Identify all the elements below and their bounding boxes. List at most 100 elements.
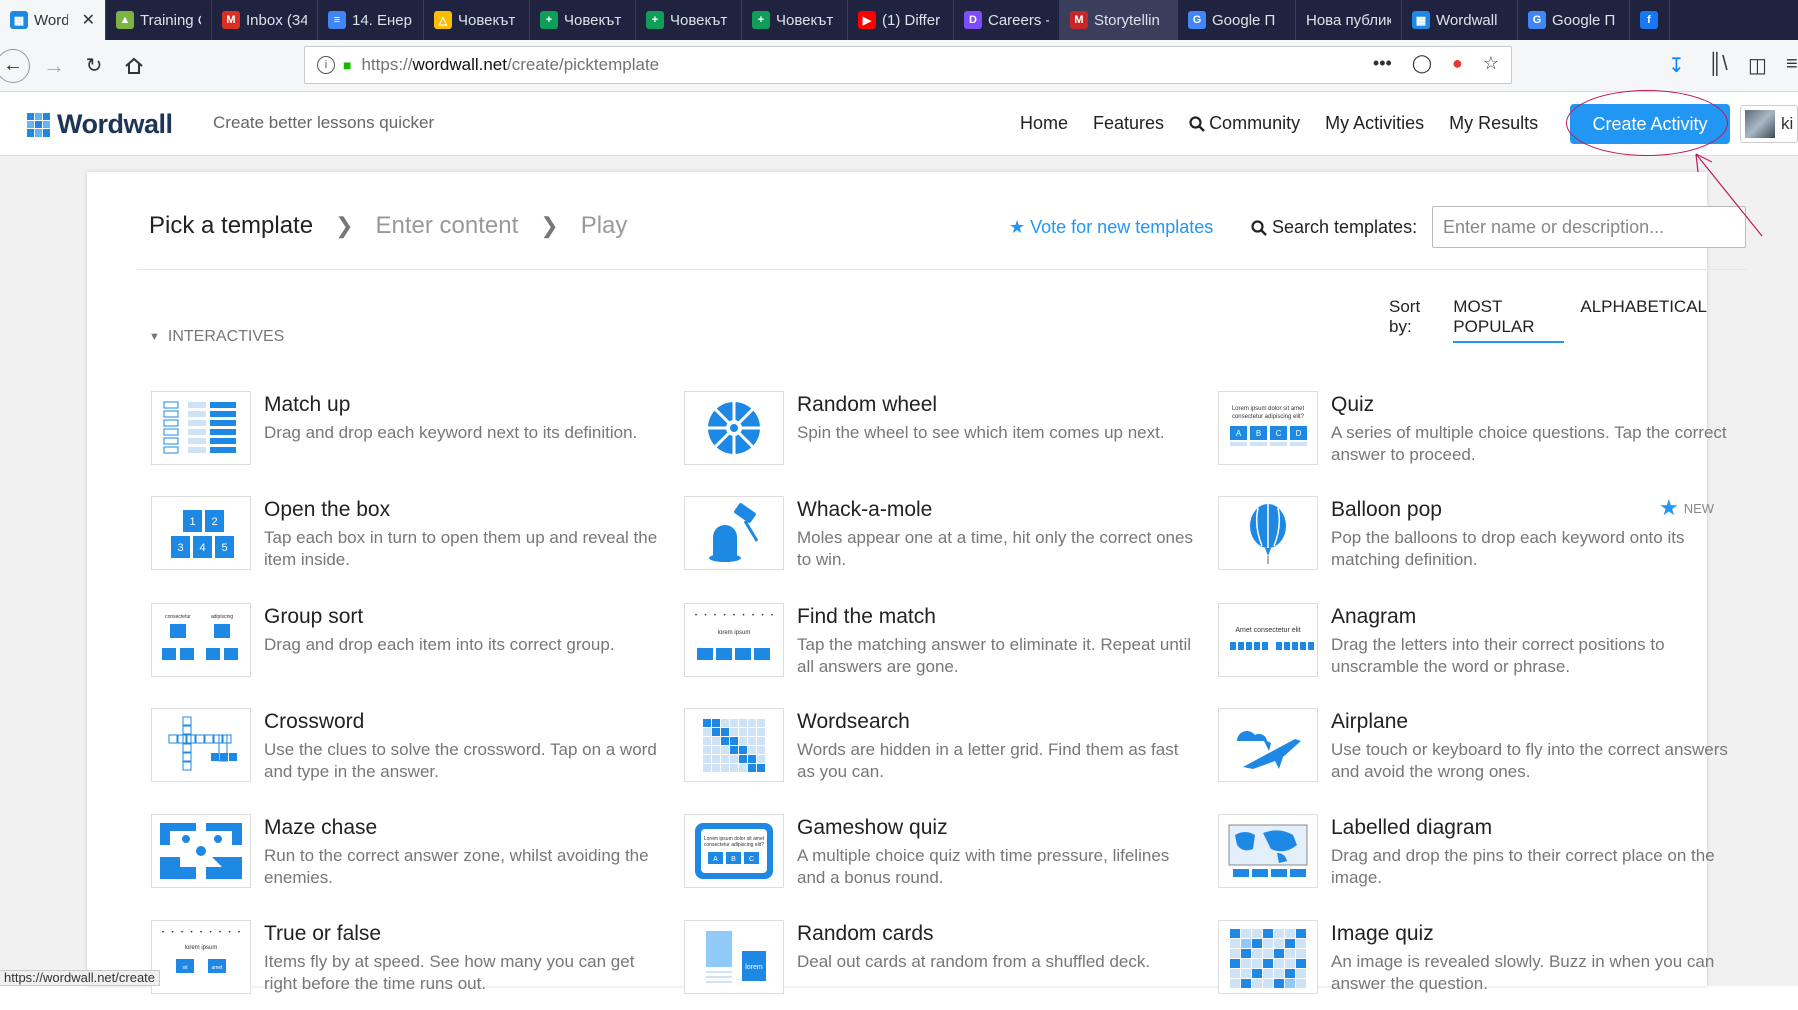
logo-text: Wordwall <box>57 109 173 139</box>
template-card[interactable]: lorem Random cards Deal out cards at rando… <box>684 920 1204 1010</box>
svg-text:•: • <box>219 930 221 936</box>
svg-text:4: 4 <box>199 542 205 554</box>
sort-label: Sort by: <box>1389 297 1421 336</box>
pocket-icon[interactable]: ◯ <box>1412 53 1432 74</box>
vote-templates-link[interactable]: ★ Vote for new templates <box>1009 217 1213 238</box>
download-icon[interactable]: ↧ <box>1668 53 1685 78</box>
quiz-icon: Lorem ipsum dolor sit amet consectetur ad… <box>1218 391 1318 465</box>
sheets-icon: + <box>646 11 664 29</box>
back-icon[interactable]: ← <box>0 48 30 83</box>
browser-tab-label: Storytellin <box>1094 11 1160 29</box>
svg-text:•: • <box>705 613 707 619</box>
info-icon[interactable]: i <box>317 56 335 74</box>
browser-tab[interactable]: + Човекът <box>530 0 636 40</box>
template-card[interactable]: Whack-a-mole Moles appear one at a time, … <box>684 496 1204 586</box>
home-icon[interactable] <box>114 46 154 86</box>
anagram-icon: Amet consectetur elit <box>1218 603 1318 677</box>
template-card[interactable]: 1 2 3 4 5 Open the box Tap each box in turn to… <box>151 496 671 586</box>
random-cards-icon: lorem <box>684 920 784 994</box>
browser-tab[interactable]: ▲ Training C <box>106 0 212 40</box>
nav-my-results[interactable]: My Results <box>1449 113 1538 134</box>
browser-tab[interactable]: G Google П <box>1518 0 1630 40</box>
browser-tab[interactable]: + Човекът <box>636 0 742 40</box>
template-card[interactable]: Random wheel Spin the wheel to see which … <box>684 391 1204 481</box>
browser-tab[interactable]: △ Човекът <box>424 0 530 40</box>
whack-a-mole-icon <box>684 496 784 570</box>
browser-tab[interactable]: f <box>1630 0 1670 40</box>
template-card[interactable]: Airplane Use touch or keyboard to fly int… <box>1218 708 1738 798</box>
wordwall-logo[interactable]: Wordwall <box>27 109 173 140</box>
template-picker-panel: Pick a template ❯ Enter content ❯ Play ★… <box>87 172 1747 994</box>
svg-text:•: • <box>210 930 212 936</box>
template-name: Quiz <box>1331 393 1375 416</box>
random-wheel-icon <box>684 391 784 465</box>
template-card[interactable]: Maze chase Run to the correct answer zone… <box>151 814 671 904</box>
url-bar[interactable]: i ■ https://wordwall.net/create/picktemp… <box>304 46 1512 84</box>
svg-text:•: • <box>162 930 164 936</box>
browser-tab[interactable]: D Careers - <box>954 0 1060 40</box>
search-templates-label: Search templates: <box>1251 217 1417 238</box>
extension-icon[interactable]: ● <box>1452 53 1463 74</box>
nav-my-activities[interactable]: My Activities <box>1325 113 1424 134</box>
browser-tab[interactable]: ▶ (1) Differ <box>848 0 954 40</box>
nav-features[interactable]: Features <box>1093 113 1164 134</box>
sheets-icon: + <box>540 11 558 29</box>
template-card[interactable]: • • • • • • • • • lorem ipsum sit amet True or false… <box>151 920 671 1010</box>
bookmark-star-icon[interactable]: ☆ <box>1483 53 1499 74</box>
browser-tab[interactable]: Нова публик <box>1296 0 1402 40</box>
svg-text:•: • <box>238 930 240 936</box>
true-or-false-icon: • • • • • • • • • lorem ipsum sit amet <box>151 920 251 994</box>
page-actions-icon[interactable]: ••• <box>1373 53 1392 74</box>
star-icon: ★ <box>1659 495 1679 520</box>
browser-tab[interactable]: G Google П <box>1178 0 1296 40</box>
annotation-circle <box>1566 90 1728 156</box>
template-name: Airplane <box>1331 710 1409 733</box>
menu-icon[interactable]: ≡ <box>1786 53 1798 76</box>
template-card[interactable]: Image quiz An image is revealed slowly. B… <box>1218 920 1738 1010</box>
template-card[interactable]: Lorem ipsum dolor sit amet consectetur ad… <box>1218 391 1738 481</box>
template-name: Group sort <box>264 605 364 628</box>
tagline: Create better lessons quicker <box>213 113 435 132</box>
forward-icon[interactable]: → <box>34 46 74 86</box>
maze-chase-icon <box>151 814 251 888</box>
browser-toolbar: ← → ↻ i ■ https://wordwall.net/create/pi… <box>0 40 1798 92</box>
template-card[interactable]: Lorem ipsum dolor sit amet consectetur ad… <box>684 814 1204 904</box>
reload-icon[interactable]: ↻ <box>74 46 114 86</box>
browser-tab[interactable]: ≡ 14. Енерг <box>318 0 424 40</box>
search-icon <box>1251 219 1267 236</box>
svg-text:5: 5 <box>221 542 227 554</box>
svg-text:•: • <box>172 930 174 936</box>
svg-text:•: • <box>724 613 726 619</box>
user-menu[interactable]: ki <box>1740 105 1798 143</box>
svg-text:•: • <box>181 930 183 936</box>
nav-community[interactable]: Community <box>1189 113 1300 134</box>
svg-text:lorem ipsum: lorem ipsum <box>185 945 218 951</box>
nav-home[interactable]: Home <box>1020 113 1068 134</box>
section-interactives[interactable]: ▼ INTERACTIVES <box>149 328 284 346</box>
svg-text:•: • <box>743 613 745 619</box>
browser-tab[interactable]: ▦ Wordwall <box>1402 0 1518 40</box>
svg-text:•: • <box>229 930 231 936</box>
template-card[interactable]: • • • • • • • • • lorem ipsum Find the match Tap th… <box>684 603 1204 693</box>
browser-tab[interactable]: М Storytellin <box>1060 0 1178 40</box>
template-card[interactable]: consectetur adipiscing Group sort Drag and … <box>151 603 671 693</box>
browser-tab[interactable]: + Човекът <box>742 0 848 40</box>
balloon-icon <box>1218 496 1318 570</box>
template-card[interactable]: Labelled diagram Drag and drop the pins t… <box>1218 814 1738 904</box>
chevron-right-icon: ❯ <box>540 213 559 238</box>
template-card[interactable]: Amet consectetur elit Anagram Drag the let… <box>1218 603 1738 693</box>
user-name: ki <box>1781 114 1794 133</box>
browser-tab-label: Google П <box>1552 11 1616 29</box>
sort-alphabetical[interactable]: ALPHABETICAL <box>1580 297 1707 343</box>
template-card[interactable]: Crossword Use the clues to solve the cros… <box>151 708 671 798</box>
template-card[interactable]: Match up Drag and drop each keyword next … <box>151 391 671 481</box>
template-name: Balloon pop <box>1331 498 1442 521</box>
sidebar-icon[interactable]: ◫ <box>1748 53 1767 78</box>
sort-most-popular[interactable]: MOST POPULAR <box>1453 297 1565 343</box>
close-tab-icon[interactable]: ✕ <box>82 10 95 30</box>
template-card[interactable]: Wordsearch Words are hidden in a letter g… <box>684 708 1204 798</box>
template-card[interactable]: Balloon pop Pop the balloons to drop each… <box>1218 495 1738 586</box>
browser-tab[interactable]: M Inbox (34 <box>212 0 318 40</box>
library-icon[interactable]: ║\ <box>1708 53 1728 76</box>
browser-tab[interactable]: ▦ Wordw ✕ <box>0 0 106 40</box>
